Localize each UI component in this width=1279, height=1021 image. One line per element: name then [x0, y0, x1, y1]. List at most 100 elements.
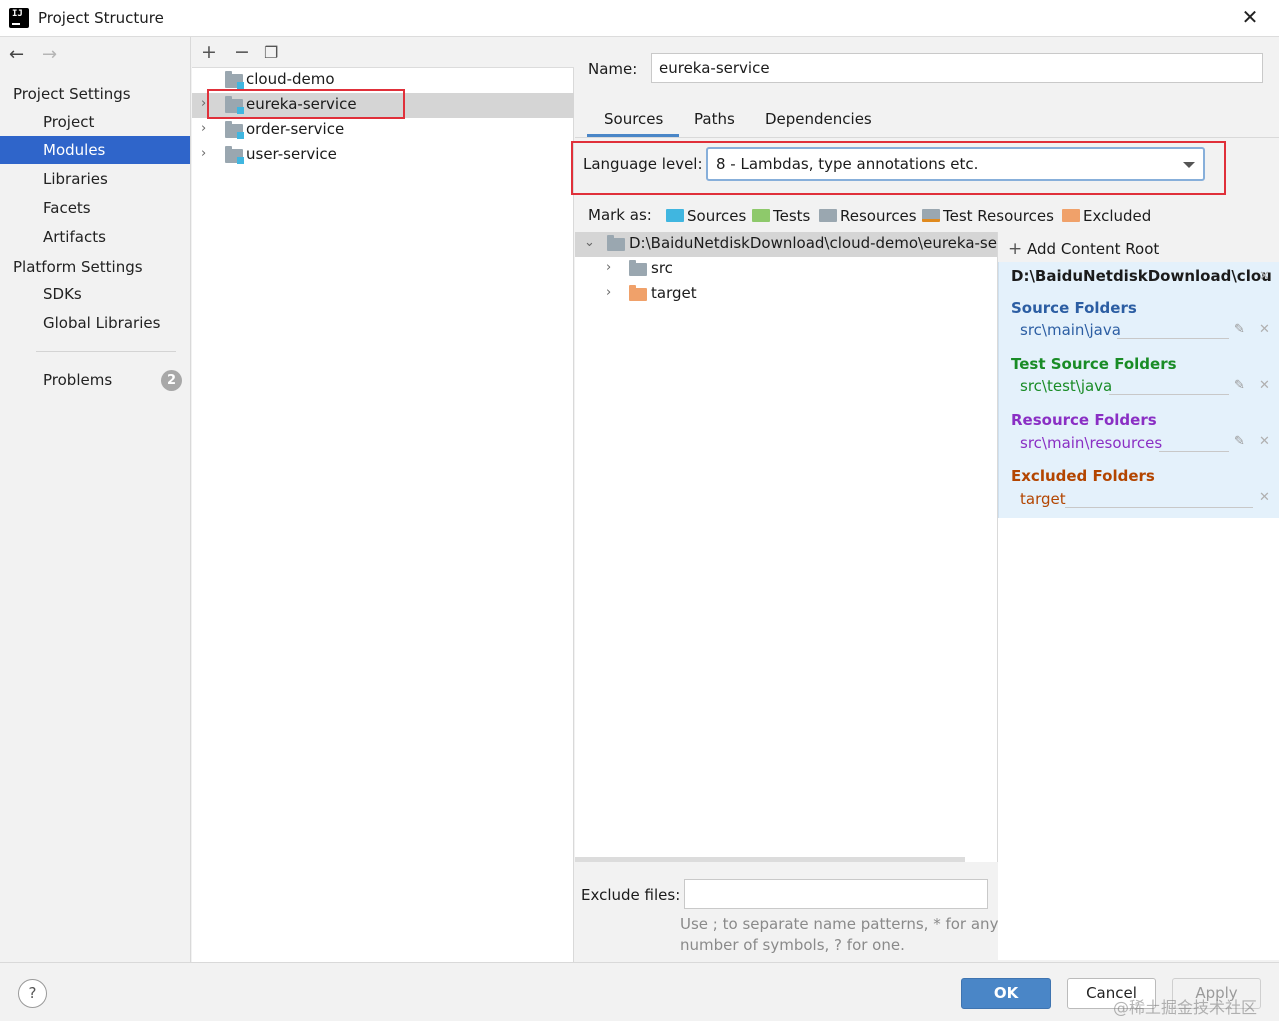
tests-folder-icon	[752, 209, 770, 222]
path-underline	[1117, 338, 1229, 339]
mark-sources-label: Sources	[687, 207, 747, 225]
sources-folder-icon	[666, 209, 684, 222]
exclude-files-hint: Use ; to separate name patterns, * for a…	[680, 914, 1000, 956]
mark-sources-button[interactable]: Sources	[666, 207, 746, 225]
close-icon[interactable]: ✕	[1259, 322, 1270, 337]
path-underline	[1159, 451, 1229, 452]
excluded-folder-icon	[1062, 209, 1080, 222]
pencil-icon[interactable]: ✎	[1234, 378, 1245, 393]
back-arrow-icon[interactable]: ←	[9, 44, 24, 65]
module-folder-icon	[225, 146, 244, 164]
add-content-root-label: Add Content Root	[1027, 240, 1160, 258]
name-label: Name:	[588, 60, 638, 78]
nav-item-artifacts[interactable]: Artifacts	[0, 223, 190, 251]
content-roots-header: + Add Content Root	[998, 232, 1279, 262]
intellij-logo-icon: IJ	[7, 6, 31, 30]
path-underline	[1109, 394, 1229, 395]
test-source-folder-path: src\test\java	[1020, 377, 1113, 395]
close-icon[interactable]: ✕	[1259, 434, 1270, 449]
problems-count-badge: 2	[161, 370, 182, 391]
tree-row[interactable]: › target	[575, 282, 997, 307]
chevron-right-icon[interactable]: ›	[201, 146, 206, 161]
module-folder-icon	[225, 71, 244, 89]
nav-item-project[interactable]: Project	[0, 108, 190, 136]
module-label: cloud-demo	[246, 70, 335, 88]
copy-icon[interactable]: ❐	[264, 43, 278, 62]
modules-toolbar: + − ❐	[192, 37, 574, 68]
module-name-input[interactable]: eureka-service	[651, 53, 1263, 83]
remove-root-icon[interactable]: ✕	[1259, 269, 1270, 284]
section-platform-settings: Platform Settings	[13, 258, 143, 276]
source-folders-title: Source Folders	[1011, 299, 1137, 317]
chevron-right-icon[interactable]: ›	[201, 121, 206, 136]
forward-arrow-icon[interactable]: →	[42, 44, 57, 65]
resources-folder-icon	[819, 209, 837, 222]
chevron-down-icon[interactable]: ⌄	[584, 235, 595, 250]
hint-line-2: number of symbols, ? for one.	[680, 936, 905, 954]
mark-excluded-button[interactable]: Excluded	[1062, 207, 1151, 225]
nav-item-facets[interactable]: Facets	[0, 194, 190, 222]
chevron-right-icon[interactable]: ›	[606, 285, 611, 300]
mark-resources-button[interactable]: Resources	[819, 207, 917, 225]
resource-folders-title: Resource Folders	[1011, 411, 1157, 429]
mark-test-resources-label: Test Resources	[943, 207, 1054, 225]
module-label: user-service	[246, 145, 337, 163]
title-bar: IJ Project Structure ✕	[0, 0, 1279, 37]
module-row[interactable]: › order-service	[192, 118, 574, 143]
window-title: Project Structure	[38, 9, 164, 27]
pencil-icon[interactable]: ✎	[1234, 434, 1245, 449]
nav-item-libraries[interactable]: Libraries	[0, 165, 190, 193]
mark-resources-label: Resources	[840, 207, 917, 225]
test-source-folders-title: Test Source Folders	[1011, 355, 1177, 373]
path-underline	[1065, 507, 1253, 508]
tab-paths[interactable]: Paths	[694, 110, 735, 128]
add-icon[interactable]: +	[201, 41, 217, 63]
ok-button[interactable]: OK	[961, 978, 1051, 1009]
settings-nav: ← → Project Settings Project Modules Lib…	[0, 37, 191, 962]
folder-icon	[629, 260, 647, 276]
hint-line-1: Use ; to separate name patterns, * for a…	[680, 915, 999, 933]
nav-item-modules[interactable]: Modules	[0, 136, 190, 164]
tab-dependencies[interactable]: Dependencies	[765, 110, 872, 128]
excluded-folder-path: target	[1020, 490, 1066, 508]
dialog-button-bar: ? OK Cancel Apply @稀土掘金技术社区	[0, 962, 1279, 1021]
module-folder-icon	[225, 121, 244, 139]
add-content-root-button[interactable]: + Add Content Root	[1008, 239, 1159, 259]
module-details-panel: Name: eureka-service Sources Paths Depen…	[571, 37, 1279, 962]
watermark: @稀土掘金技术社区	[1113, 998, 1258, 1017]
mark-tests-label: Tests	[773, 207, 811, 225]
highlight-box	[571, 141, 1226, 195]
close-icon[interactable]: ✕	[1259, 490, 1270, 505]
help-button[interactable]: ?	[18, 979, 47, 1008]
excluded-folders-title: Excluded Folders	[1011, 467, 1155, 485]
remove-icon[interactable]: −	[234, 41, 250, 63]
tree-row[interactable]: › src	[575, 257, 997, 282]
tab-sources[interactable]: Sources	[604, 110, 663, 128]
section-project-settings: Project Settings	[13, 85, 131, 103]
pencil-icon[interactable]: ✎	[1234, 322, 1245, 337]
horizontal-scrollbar[interactable]	[575, 857, 965, 862]
mark-excluded-label: Excluded	[1083, 207, 1152, 225]
chevron-right-icon[interactable]: ›	[201, 96, 206, 111]
test-resources-folder-icon	[922, 209, 940, 222]
tree-node-label: target	[651, 284, 697, 302]
exclude-files-input[interactable]	[684, 879, 988, 909]
nav-item-sdks[interactable]: SDKs	[0, 280, 190, 308]
tabs-divider	[575, 137, 1279, 138]
content-tree: ⌄ D:\BaiduNetdiskDownload\cloud-demo\eur…	[575, 232, 998, 862]
close-icon[interactable]: ✕	[1240, 7, 1260, 27]
nav-item-global-libraries[interactable]: Global Libraries	[0, 309, 190, 337]
chevron-right-icon[interactable]: ›	[606, 260, 611, 275]
exclude-files-label: Exclude files:	[581, 886, 681, 904]
resource-folder-path: src\main\resources	[1020, 434, 1163, 452]
mark-test-resources-button[interactable]: Test Resources	[922, 207, 1054, 225]
tree-row-root[interactable]: ⌄ D:\BaiduNetdiskDownload\cloud-demo\eur…	[575, 232, 997, 257]
module-label: order-service	[246, 120, 345, 138]
folder-icon	[607, 235, 625, 251]
content-root-block: D:\BaiduNetdiskDownload\clou ✕ Source Fo…	[998, 262, 1279, 518]
mark-tests-button[interactable]: Tests	[752, 207, 810, 225]
modules-list-panel: + − ❐ cloud-demo › eureka-service › orde…	[192, 37, 574, 962]
close-icon[interactable]: ✕	[1259, 378, 1270, 393]
tree-node-label: src	[651, 259, 673, 277]
module-row[interactable]: › user-service	[192, 143, 574, 168]
